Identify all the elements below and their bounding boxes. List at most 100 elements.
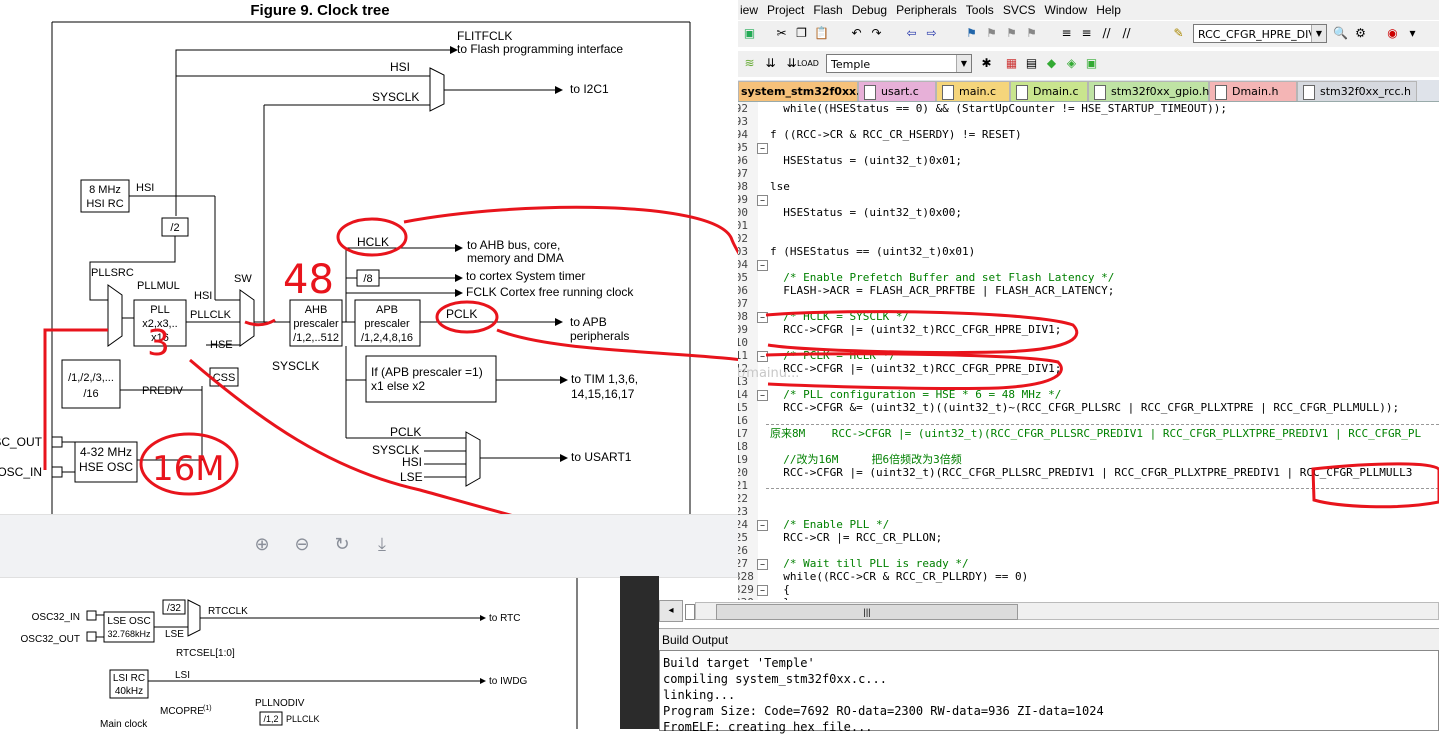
unindent-icon[interactable]: ≡ [1078,25,1095,42]
code-line[interactable]: 03 f (HSEStatus == (uint32_t)0x01) [738,245,1439,258]
paste-icon[interactable]: 📋 [813,25,830,42]
code-line[interactable]: 15 RCC->CFGR &= (uint32_t)((uint32_t)~(R… [738,401,1439,414]
code-line[interactable]: 04− [738,258,1439,271]
bookmark-prev-icon[interactable]: ⚑ [983,25,1000,42]
code-line[interactable]: 99− [738,193,1439,206]
chevron-down-icon[interactable]: ▼ [1311,25,1326,42]
fold-toggle-icon[interactable]: − [757,390,768,401]
fold-toggle-icon[interactable]: − [757,559,768,570]
menu-item[interactable]: Window [1045,0,1095,20]
undo-icon[interactable]: ↶ [848,25,865,42]
copy-icon[interactable]: ❐ [793,25,810,42]
translate-icon[interactable]: ≋ [741,55,758,72]
code-line[interactable]: 18 [738,440,1439,453]
code-line[interactable]: 11− /* PCLK = HCLK */ [738,349,1439,362]
split-handle[interactable] [685,604,695,620]
code-line[interactable]: 16 [738,414,1439,427]
code-line[interactable]: 05 /* Enable Prefetch Buffer and set Fla… [738,271,1439,284]
load-icon[interactable]: LOAD [797,55,819,72]
menu-item[interactable]: Project [767,0,811,20]
menu-item[interactable]: Peripherals [896,0,964,20]
code-line[interactable]: 328 while((RCC->CR & RCC_CR_PLLRDY) == 0… [738,570,1439,583]
bookmark-icon[interactable]: ⚑ [963,25,980,42]
scroll-thumb[interactable]: ||| [716,604,1018,620]
code-line[interactable]: 97 [738,167,1439,180]
code-line[interactable]: 24− /* Enable PLL */ [738,518,1439,531]
code-line[interactable]: 01 [738,219,1439,232]
fold-toggle-icon[interactable]: − [757,195,768,206]
menu-item[interactable]: iew [740,0,765,20]
code-line[interactable]: 22 [738,492,1439,505]
fold-toggle-icon[interactable]: − [757,585,768,596]
bookmark-clear-icon[interactable]: ⚑ [1023,25,1040,42]
save-icon[interactable]: ▣ [741,25,758,42]
menu-item[interactable]: Debug [852,0,894,20]
code-line[interactable]: 27− /* Wait till PLL is ready */ [738,557,1439,570]
editor-tab[interactable]: Dmain.h [1209,81,1297,101]
find-icon[interactable]: 🔍 [1332,25,1349,42]
code-line[interactable]: 17 原来8M RCC->CFGR |= (uint32_t)(RCC_CFGR_… [738,427,1439,440]
target-options-icon[interactable]: ✱ [978,55,995,72]
code-line[interactable]: 00 HSEStatus = (uint32_t)0x00; [738,206,1439,219]
debug-icon[interactable]: ◉ [1384,25,1401,42]
fold-toggle-icon[interactable]: − [757,143,768,154]
editor-tab[interactable]: stm32f0xx_gpio.h [1088,81,1209,101]
editor-tab[interactable]: system_stm32f0xx.c [738,81,867,101]
fold-toggle-icon[interactable]: − [757,312,768,323]
code-line[interactable]: 98 lse [738,180,1439,193]
find-in-files-icon[interactable]: ✎ [1170,25,1187,42]
code-line[interactable]: 12 RCC->CFGR |= (uint32_t)RCC_CFGR_PPRE_… [738,362,1439,375]
bookmark-next-icon[interactable]: ⚑ [1003,25,1020,42]
code-line[interactable]: 329− { [738,583,1439,596]
file-extensions-icon[interactable]: ▤ [1023,55,1040,72]
editor-tab[interactable]: main.c [936,81,1010,101]
fold-toggle-icon[interactable]: − [757,520,768,531]
uncomment-icon[interactable]: // [1118,25,1135,42]
code-line[interactable]: 08− /* HCLK = SYSCLK */ [738,310,1439,323]
build-icon[interactable]: ⇊ [762,55,779,72]
comment-icon[interactable]: // [1098,25,1115,42]
manage-components-icon[interactable]: ▦ [1003,55,1020,72]
scroll-track[interactable]: ||| [695,602,1439,620]
code-line[interactable]: 23 [738,505,1439,518]
code-line[interactable]: 93 [738,115,1439,128]
zoom-in-icon[interactable]: ⊕ [250,533,274,557]
download-icon[interactable]: ⤓ [370,533,394,557]
select-software-icon[interactable]: ▣ [1083,55,1100,72]
code-line[interactable]: 25 RCC->CR |= RCC_CR_PLLON; [738,531,1439,544]
redo-icon[interactable]: ↷ [868,25,885,42]
code-line[interactable]: 19 //改为16M 把6倍频改为3倍频 [738,453,1439,466]
incremental-find-icon[interactable]: ⚙ [1352,25,1369,42]
menu-item[interactable]: Tools [966,0,1001,20]
editor-tab[interactable]: stm32f0xx_rcc.h [1297,81,1417,101]
scroll-left-icon[interactable]: ◂ [659,600,683,622]
build-output-panel[interactable]: Build target 'Temple' compiling system_st… [659,650,1439,734]
pack-installer-icon[interactable]: ◆ [1043,55,1060,72]
code-line[interactable]: 09 RCC->CFGR |= (uint32_t)RCC_CFGR_HPRE_… [738,323,1439,336]
editor-tab[interactable]: usart.c [858,81,936,101]
code-line[interactable]: 96 HSEStatus = (uint32_t)0x01; [738,154,1439,167]
nav-back-icon[interactable]: ⇦ [903,25,920,42]
indent-icon[interactable]: ≡ [1058,25,1075,42]
find-combo[interactable]: RCC_CFGR_HPRE_DIV1 ▼ [1193,24,1327,43]
menu-item[interactable]: SVCS [1003,0,1043,20]
menu-item[interactable]: Flash [813,0,849,20]
chevron-down-icon[interactable]: ▼ [956,55,971,72]
editor-tab[interactable]: Dmain.c [1010,81,1088,101]
code-line[interactable]: 21 [738,479,1439,492]
target-combo[interactable]: Temple ▼ [826,54,972,73]
rotate-icon[interactable]: ↻ [330,533,354,557]
fold-toggle-icon[interactable]: − [757,351,768,362]
fold-toggle-icon[interactable]: − [757,260,768,271]
menu-item[interactable]: Help [1096,0,1128,20]
code-line[interactable]: 02 [738,232,1439,245]
code-line[interactable]: 92 while((HSEStatus == 0) && (StartUpCou… [738,102,1439,115]
cut-icon[interactable]: ✂ [773,25,790,42]
rte-icon[interactable]: ◈ [1063,55,1080,72]
code-line[interactable]: 94 f ((RCC->CR & RCC_CR_HSERDY) != RESET) [738,128,1439,141]
code-line[interactable]: 13 [738,375,1439,388]
code-line[interactable]: 26 [738,544,1439,557]
code-line[interactable]: 14− /* PLL configuration = HSE * 6 = 48 … [738,388,1439,401]
horizontal-scrollbar[interactable]: ◂ ||| [659,600,1439,622]
zoom-out-icon[interactable]: ⊖ [290,533,314,557]
